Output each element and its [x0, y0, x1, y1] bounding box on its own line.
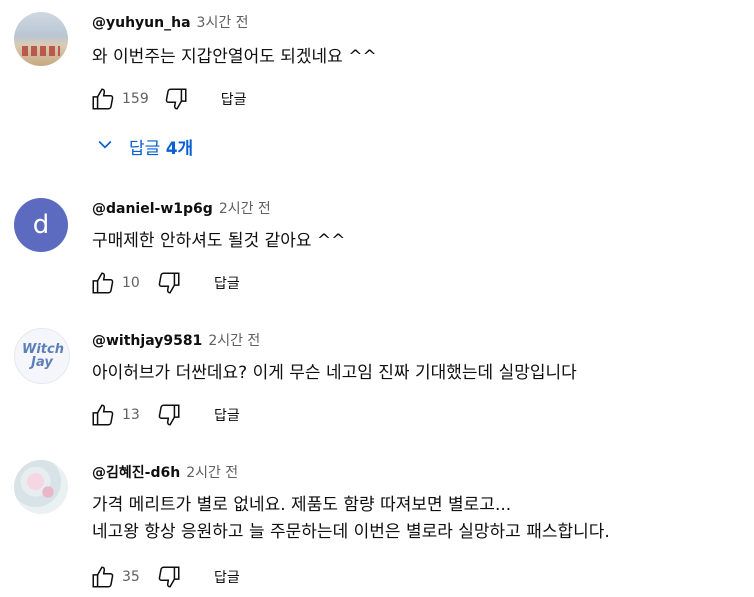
like-count: 13 [122, 407, 140, 423]
thumbs-up-icon[interactable] [88, 84, 118, 114]
reply-button[interactable]: 답글 [214, 273, 240, 293]
chevron-down-icon [95, 134, 115, 159]
comment-time[interactable]: 2시간 전 [208, 330, 260, 350]
comment-time[interactable]: 3시간 전 [197, 12, 249, 32]
thumbs-down-icon[interactable] [161, 84, 191, 114]
thumbs-up-icon[interactable] [88, 400, 118, 430]
view-replies-button[interactable]: 답글 4개 [95, 134, 193, 159]
comment-actions: 35 답글 [88, 562, 240, 592]
comment-actions: 10 답글 [88, 268, 240, 298]
comment-line: 와 이번주는 지갑안열어도 되겠네요 ^^ [92, 47, 377, 67]
comment-actions: 13 답글 [88, 400, 240, 430]
reply-button[interactable]: 답글 [214, 567, 240, 587]
avatar[interactable] [14, 12, 68, 66]
comment-author[interactable]: @daniel-w1p6g [92, 201, 213, 217]
replies-count: 4개 [165, 139, 194, 159]
reply-button[interactable]: 답글 [214, 405, 240, 425]
comment-text: 와 이번주는 지갑안열어도 되겠네요 ^^ [92, 44, 377, 71]
comment-line: 네고왕 항상 응원하고 늘 주문하는데 이번은 별로라 실망하고 패스합니다. [92, 522, 610, 542]
avatar[interactable] [14, 460, 68, 514]
avatar-text: Witch Jay [22, 342, 64, 370]
thumbs-down-icon[interactable] [154, 562, 184, 592]
thumbs-down-icon[interactable] [154, 268, 184, 298]
avatar-letter: d [32, 210, 50, 240]
comment-text: 아이허브가 더싼데요? 이게 무슨 네고임 진짜 기대했는데 실망입니다 [92, 360, 577, 387]
comment-text: 구매제한 안하셔도 될것 같아요 ^^ [92, 228, 345, 255]
comment-time[interactable]: 2시간 전 [186, 462, 238, 482]
like-count: 35 [122, 569, 140, 585]
thumbs-down-icon[interactable] [154, 400, 184, 430]
comment-time[interactable]: 2시간 전 [219, 198, 271, 218]
thumbs-up-icon[interactable] [88, 562, 118, 592]
comment-author[interactable]: @yuhyun_ha [92, 15, 191, 31]
thumbs-up-icon[interactable] [88, 268, 118, 298]
avatar[interactable]: d [14, 198, 68, 252]
comment-line: 아이허브가 더싼데요? 이게 무슨 네고임 진짜 기대했는데 실망입니다 [92, 363, 577, 383]
comment-actions: 159 답글 [88, 84, 247, 114]
reply-button[interactable]: 답글 [221, 89, 247, 109]
comment-author[interactable]: @withjay9581 [92, 333, 202, 349]
replies-label: 답글 [129, 139, 161, 159]
comment-line: 구매제한 안하셔도 될것 같아요 ^^ [92, 231, 346, 251]
comment-line: 가격 메리트가 별로 없네요. 제품도 함량 따져보면 별로고... [92, 495, 512, 515]
comment-author[interactable]: @김혜진-d6h [92, 462, 180, 482]
like-count: 10 [122, 275, 140, 291]
avatar[interactable]: Witch Jay [14, 328, 70, 384]
comment-text: 가격 메리트가 별로 없네요. 제품도 함량 따져보면 별로고... 네고왕 항… [92, 492, 610, 546]
like-count: 159 [122, 91, 149, 107]
